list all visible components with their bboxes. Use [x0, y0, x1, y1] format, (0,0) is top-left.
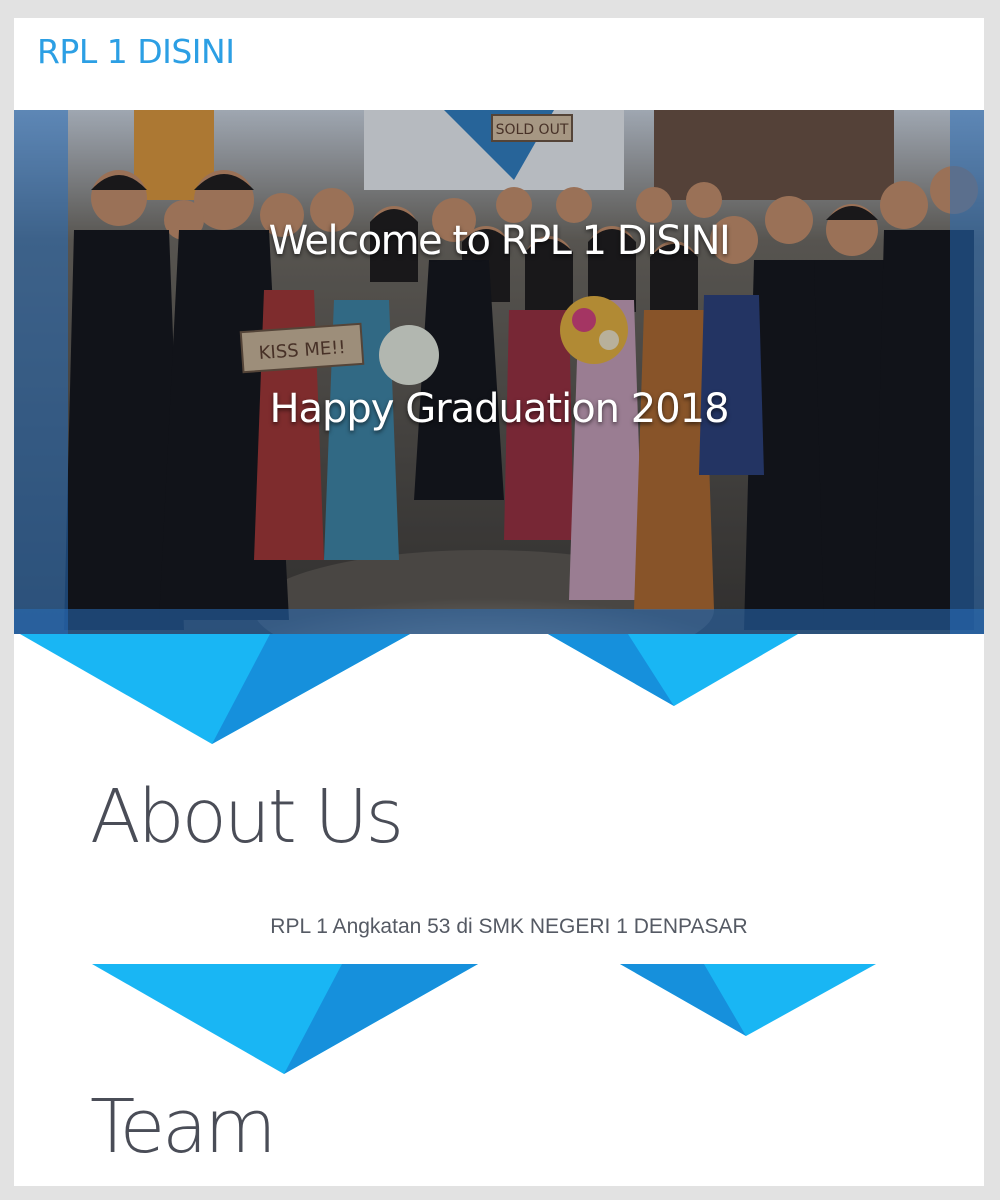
hero-subtitle: Happy Graduation 2018	[269, 386, 729, 432]
page: RPL 1 DISINI Welcome to RPL 1 DISINI Hap…	[14, 18, 984, 1186]
brand-link[interactable]: RPL 1 DISINI	[37, 32, 235, 71]
about-text: RPL 1 Angkatan 53 di SMK NEGERI 1 DENPAS…	[270, 915, 748, 938]
hero-overlay-right	[950, 110, 984, 634]
decorative-triangle-left	[20, 634, 410, 744]
decorative-triangle-right	[548, 634, 798, 706]
navbar: RPL 1 DISINI	[14, 18, 984, 110]
hero-overlay-bottom	[14, 609, 984, 634]
about-heading: About Us	[90, 774, 404, 860]
decorative-triangle-left-2	[92, 964, 478, 1074]
decorative-triangle-right-2	[620, 964, 876, 1036]
hero-title: Welcome to RPL 1 DISINI	[268, 218, 731, 264]
graduation-photo: KISS ME!! SOLD OUT	[14, 110, 984, 634]
hero-banner: KISS ME!! SOLD OUT Welcome to RPL 1 DISI…	[14, 110, 984, 634]
hero-overlay-left	[14, 110, 68, 634]
team-heading: Team	[90, 1084, 277, 1170]
